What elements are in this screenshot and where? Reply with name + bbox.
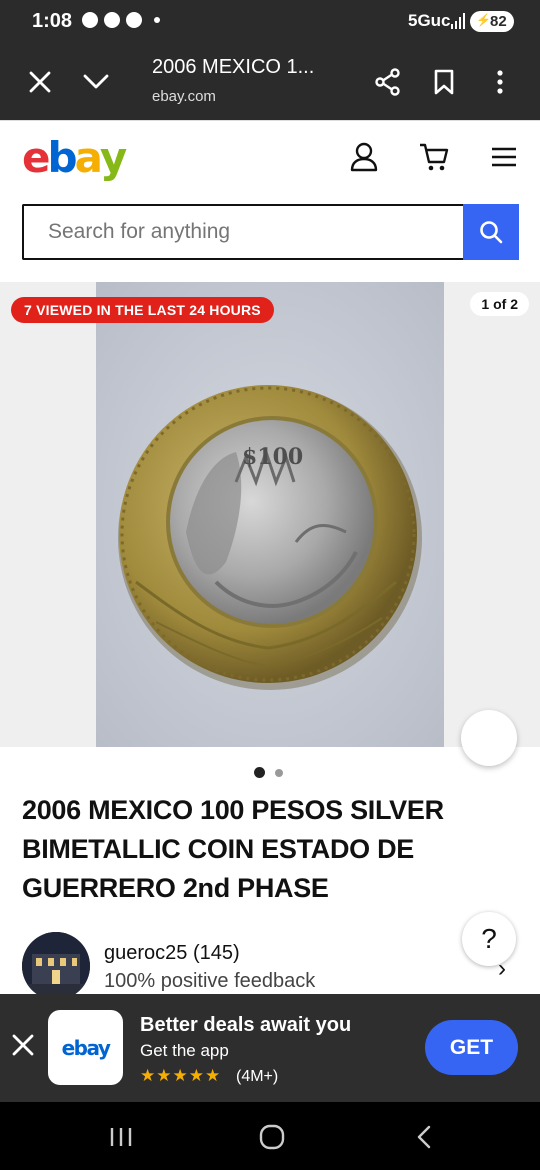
ebay-app-logo: ebay: [48, 1010, 123, 1085]
page-domain: ebay.com: [152, 88, 216, 105]
ebay-logo[interactable]: ebay: [22, 133, 127, 182]
home-icon[interactable]: [257, 1124, 287, 1150]
news-notification-icon: [126, 12, 142, 28]
notification-icons: [82, 12, 160, 28]
banner-subtitle: Get the app: [140, 1041, 229, 1060]
close-icon: [29, 71, 51, 93]
chevron-right-icon[interactable]: ›: [498, 955, 506, 983]
search-input[interactable]: [22, 204, 464, 260]
search-button[interactable]: [463, 204, 519, 260]
search-icon: [480, 221, 503, 244]
carousel-dot[interactable]: [275, 768, 283, 777]
system-nav-bar: [0, 1102, 540, 1170]
carousel-dot-active[interactable]: [254, 767, 265, 778]
coin-image: $100: [96, 282, 444, 747]
status-bar: 1:08 5Guc 82: [0, 0, 540, 42]
viewed-count-badge: 7 VIEWED IN THE LAST 24 HOURS: [11, 297, 274, 323]
help-button[interactable]: ?: [462, 912, 516, 966]
cart-icon: [420, 143, 449, 171]
bookmark-icon: [434, 69, 454, 95]
site-menu-button[interactable]: [486, 139, 522, 175]
cart-button[interactable]: [416, 139, 452, 175]
recent-apps-icon[interactable]: [106, 1124, 136, 1150]
signal-icon: [451, 13, 465, 29]
seller-avatar-image: [22, 932, 90, 1000]
logo-letter: y: [99, 133, 127, 182]
coin-denomination: $100: [242, 444, 303, 470]
battery-level: 82: [470, 11, 514, 32]
hamburger-icon: [492, 147, 516, 167]
image-gallery[interactable]: $100 7 VIEWED IN THE LAST 24 HOURS 1 of …: [0, 282, 540, 766]
bookmark-button[interactable]: [424, 62, 464, 102]
seller-name[interactable]: gueroc25 (145): [104, 942, 240, 965]
rating-stars-icon: ★★★★★: [140, 1066, 222, 1085]
back-icon[interactable]: [410, 1124, 440, 1150]
seller-avatar[interactable]: [22, 932, 90, 1000]
chat-notification-icon: [82, 12, 98, 28]
watchlist-button[interactable]: [461, 710, 517, 766]
site-header: ebay: [0, 120, 540, 194]
review-count: (4M+): [236, 1068, 279, 1085]
browser-toolbar: 2006 MEXICO 1... ebay.com: [0, 42, 540, 120]
chevron-down-icon: [83, 74, 109, 89]
more-vert-icon: [497, 70, 503, 94]
logo-letter: a: [74, 133, 103, 182]
banner-headline: Better deals await you: [140, 1014, 352, 1036]
app-logo-text: ebay: [61, 1035, 111, 1060]
account-button[interactable]: [346, 139, 382, 175]
page-title: 2006 MEXICO 1...: [152, 56, 315, 78]
whatsapp-notification-icon: [104, 12, 120, 28]
close-icon: [12, 1034, 34, 1056]
get-app-button[interactable]: GET: [425, 1020, 518, 1075]
seller-feedback: 100% positive feedback: [104, 970, 316, 992]
status-time: 1:08: [32, 10, 73, 32]
product-photo[interactable]: $100: [96, 282, 444, 747]
carousel-dots: [254, 767, 283, 778]
share-button[interactable]: [368, 62, 408, 102]
search-bar: [22, 204, 519, 260]
logo-letter: b: [47, 133, 78, 182]
banner-close-button[interactable]: [10, 1032, 38, 1060]
share-icon: [375, 68, 400, 96]
image-page-indicator: 1 of 2: [470, 292, 529, 316]
minimize-button[interactable]: [76, 62, 116, 102]
logo-letter: e: [22, 133, 50, 182]
close-tab-button[interactable]: [20, 62, 60, 102]
app-install-banner: ebay Better deals await you Get the app …: [0, 994, 540, 1102]
network-type: 5Guc: [408, 11, 451, 30]
listing-title: 2006 MEXICO 100 PESOS SILVER BIMETALLIC …: [22, 795, 444, 903]
more-notifications-icon: [154, 17, 160, 23]
user-icon: [350, 142, 378, 172]
browser-menu-button[interactable]: [480, 62, 520, 102]
